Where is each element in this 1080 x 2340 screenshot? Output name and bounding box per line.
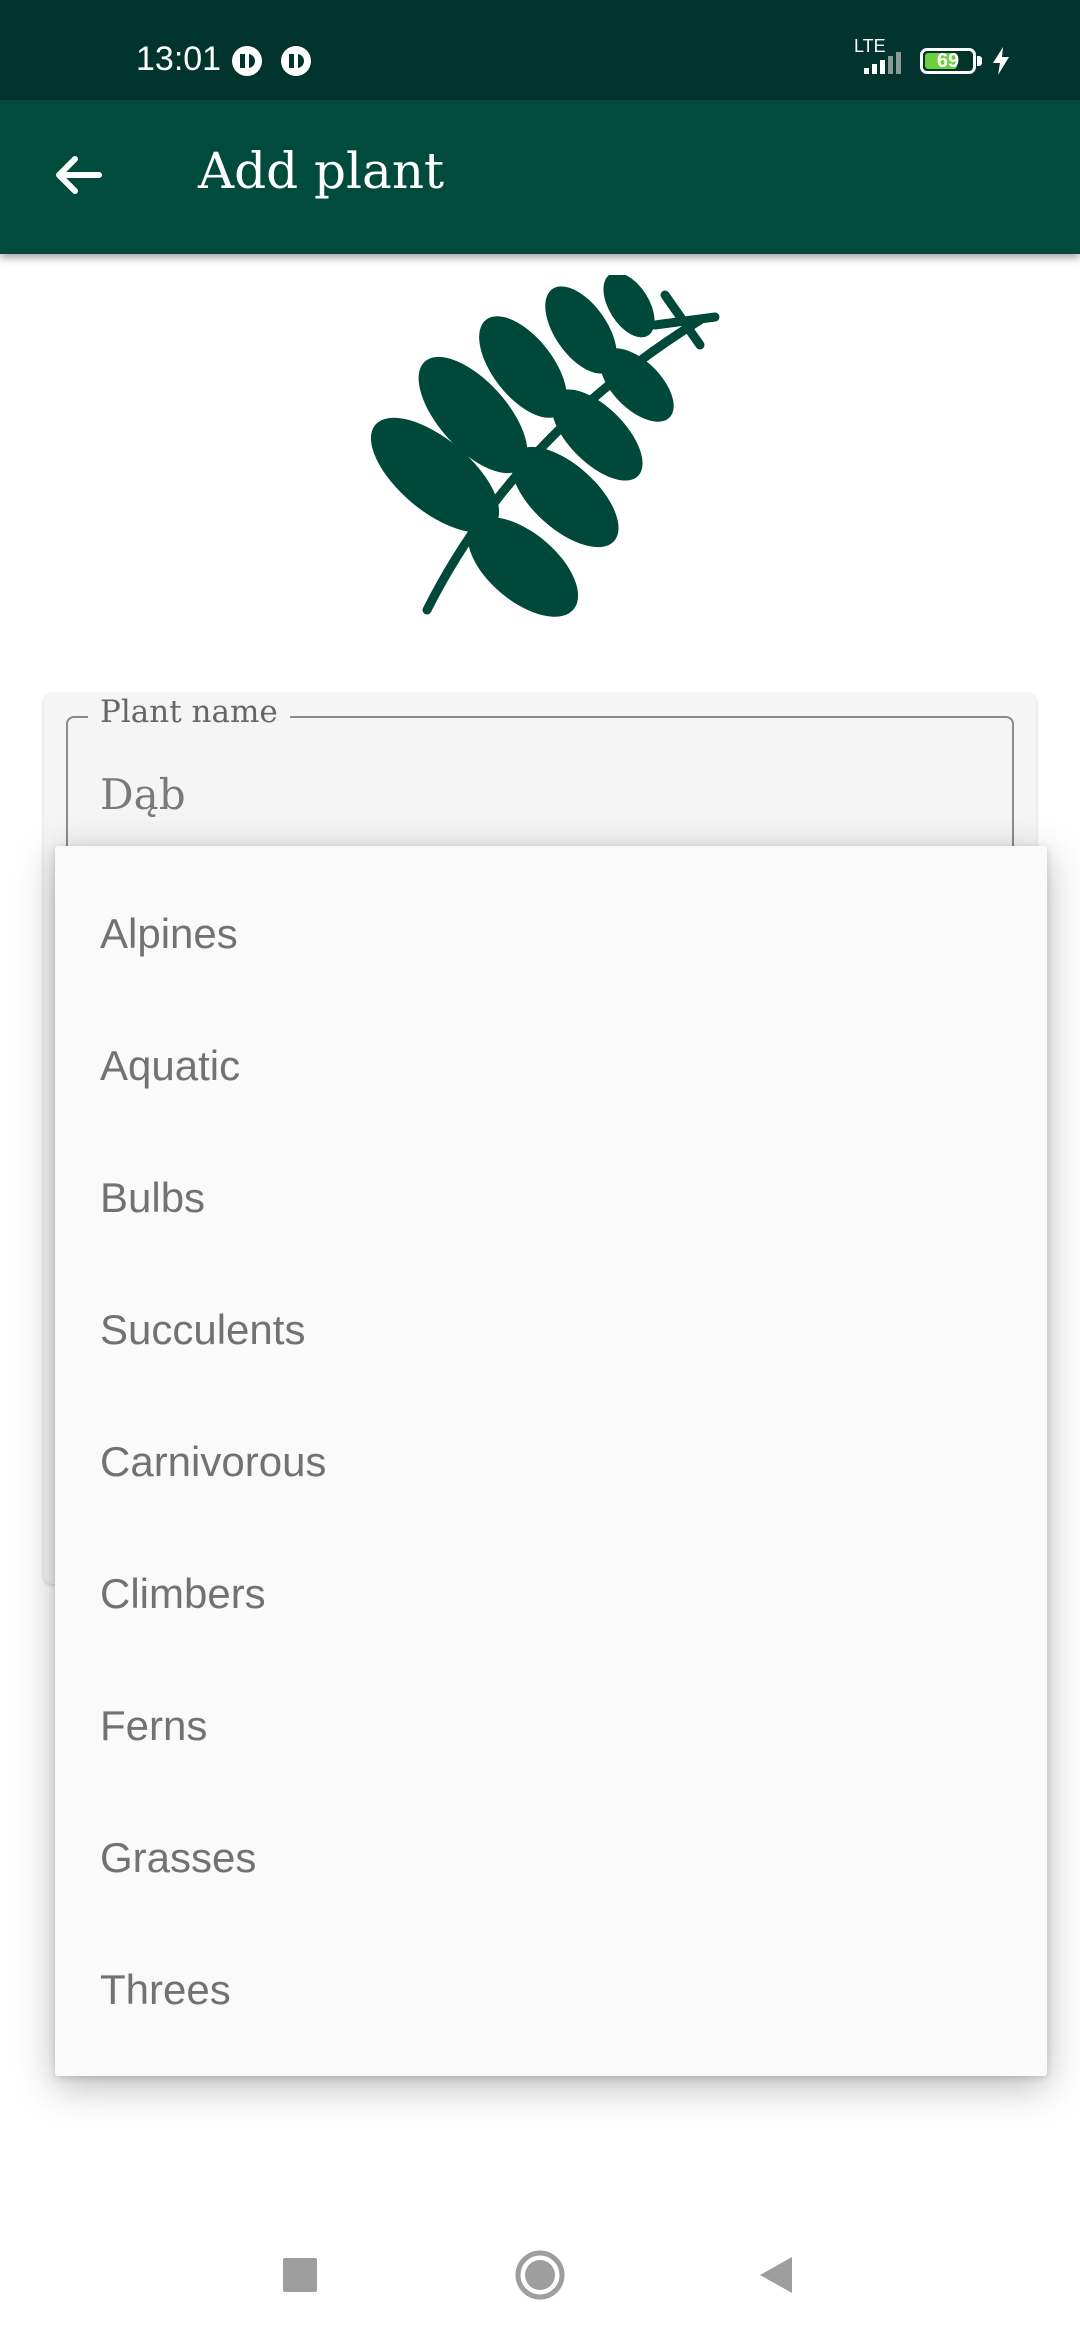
charging-icon — [993, 47, 1009, 75]
dropdown-option-ferns[interactable]: Ferns — [55, 1660, 1047, 1792]
dropdown-option-carnivorous[interactable]: Carnivorous — [55, 1396, 1047, 1528]
page-title: Add plant — [198, 142, 445, 200]
status-bar: 13:01 LTE 69 — [0, 0, 1080, 100]
recents-icon[interactable] — [283, 2258, 317, 2292]
status-right: LTE 69 — [854, 36, 1020, 84]
plant-name-value[interactable]: Dąb — [100, 770, 186, 819]
leaf-illustration-icon — [370, 275, 720, 617]
plant-name-field[interactable] — [66, 716, 1014, 856]
dropdown-option-grasses[interactable]: Grasses — [55, 1792, 1047, 1924]
dropdown-option-alpines[interactable]: Alpines — [55, 868, 1047, 1000]
home-icon[interactable] — [515, 2250, 565, 2300]
back-triangle-icon[interactable] — [758, 2255, 794, 2295]
battery-nub — [977, 56, 982, 66]
dropdown-option-climbers[interactable]: Climbers — [55, 1528, 1047, 1660]
signal-icon — [864, 52, 901, 74]
app-notification-icon — [281, 46, 311, 76]
dropdown-option-aquatic[interactable]: Aquatic — [55, 1000, 1047, 1132]
dropdown-option-bulbs[interactable]: Bulbs — [55, 1132, 1047, 1264]
arrow-back-icon — [56, 156, 102, 194]
back-button[interactable] — [38, 135, 118, 215]
dropdown-option-threes[interactable]: Threes — [55, 1924, 1047, 2056]
app-bar — [0, 100, 1080, 254]
battery-level: 69 — [936, 50, 960, 72]
plant-type-dropdown-menu: Alpines Aquatic Bulbs Succulents Carnivo… — [55, 846, 1047, 2076]
dropdown-option-succulents[interactable]: Succulents — [55, 1264, 1047, 1396]
plant-name-label: Plant name — [88, 694, 290, 730]
status-time: 13:01 — [136, 40, 222, 78]
app-notification-icon — [232, 46, 262, 76]
